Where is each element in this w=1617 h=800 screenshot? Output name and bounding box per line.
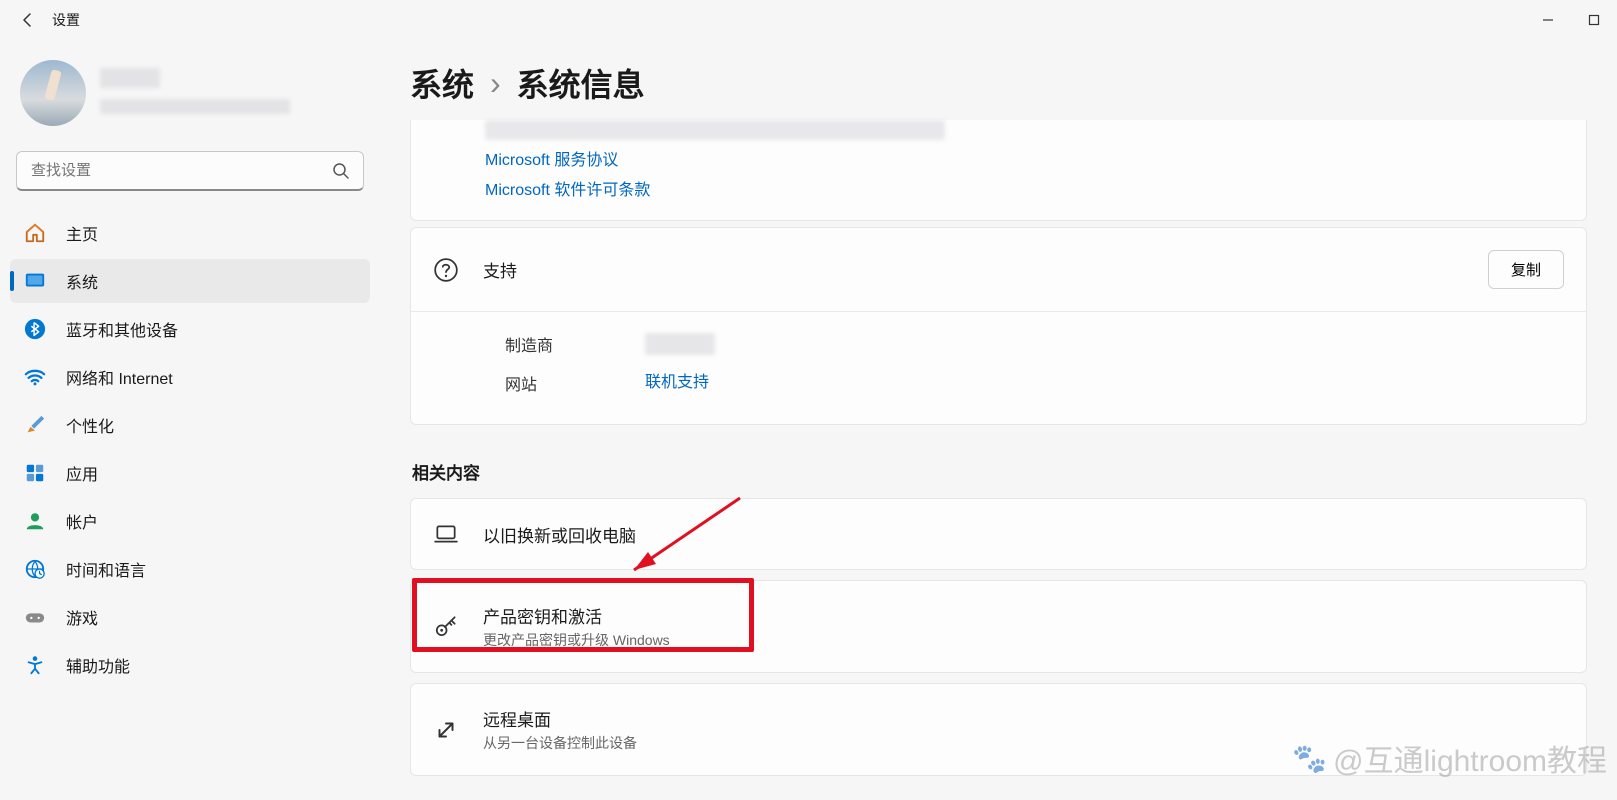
sidebar: 主页 系统 蓝牙和其他设备 网络和 Internet 个性化 应用 [0, 40, 380, 800]
back-button[interactable] [10, 2, 46, 38]
home-icon [24, 222, 46, 244]
sidebar-item-home[interactable]: 主页 [10, 211, 370, 255]
sidebar-item-personalize[interactable]: 个性化 [10, 403, 370, 447]
related-item-title: 远程桌面 [483, 706, 637, 731]
search-box [16, 151, 364, 191]
arrow-left-icon [20, 12, 36, 28]
breadcrumb-parent[interactable]: 系统 [410, 60, 474, 106]
clock-globe-icon [24, 558, 46, 580]
related-heading: 相关内容 [412, 459, 1587, 484]
sidebar-item-account[interactable]: 帐户 [10, 499, 370, 543]
bluetooth-icon [24, 318, 46, 340]
sidebar-item-apps[interactable]: 应用 [10, 451, 370, 495]
related-tradein[interactable]: 以旧换新或回收电脑 [410, 498, 1587, 570]
related-item-subtitle: 从另一台设备控制此设备 [483, 733, 637, 753]
sidebar-item-label: 应用 [66, 461, 98, 485]
sidebar-item-label: 系统 [66, 269, 98, 293]
laptop-icon [433, 521, 459, 547]
copy-button[interactable]: 复制 [1488, 250, 1564, 289]
minimize-icon [1542, 14, 1554, 26]
related-remote-desktop[interactable]: 远程桌面 从另一台设备控制此设备 [410, 683, 1587, 776]
nav-list: 主页 系统 蓝牙和其他设备 网络和 Internet 个性化 应用 [10, 211, 370, 687]
search-icon [332, 162, 350, 180]
ms-license-terms-link[interactable]: Microsoft 软件许可条款 [485, 176, 1564, 206]
system-icon [24, 270, 46, 292]
related-item-title: 产品密钥和激活 [483, 603, 670, 628]
profile-text [100, 68, 360, 119]
apps-icon [24, 462, 46, 484]
related-item-title: 以旧换新或回收电脑 [483, 522, 636, 547]
user-profile[interactable] [10, 40, 370, 151]
sidebar-item-system[interactable]: 系统 [10, 259, 370, 303]
breadcrumb: 系统 › 系统信息 [410, 60, 1587, 106]
online-support-link[interactable]: 联机支持 [645, 368, 709, 398]
window-title: 设置 [52, 10, 80, 30]
key-icon [433, 614, 459, 640]
sidebar-item-label: 主页 [66, 221, 98, 245]
support-title: 支持 [483, 257, 1464, 282]
sidebar-item-bluetooth[interactable]: 蓝牙和其他设备 [10, 307, 370, 351]
titlebar: 设置 [0, 0, 1617, 40]
help-icon [433, 257, 459, 283]
ms-service-agreement-link[interactable]: Microsoft 服务协议 [485, 146, 1564, 176]
remote-icon [433, 717, 459, 743]
support-card: 支持 复制 制造商 网站 联机支持 [410, 227, 1587, 425]
user-name-redacted [100, 68, 160, 88]
feature-pack-redacted [485, 120, 945, 140]
manufacturer-label: 制造商 [505, 332, 645, 356]
windows-spec-card: Microsoft 服务协议 Microsoft 软件许可条款 [410, 120, 1587, 221]
sidebar-item-label: 游戏 [66, 605, 98, 629]
sidebar-item-network[interactable]: 网络和 Internet [10, 355, 370, 399]
accessibility-icon [24, 654, 46, 676]
gamepad-icon [24, 606, 46, 628]
content-area: 系统 › 系统信息 Microsoft 服务协议 Microsoft 软件许可条… [380, 40, 1617, 800]
person-icon [24, 510, 46, 532]
brush-icon [24, 414, 46, 436]
wifi-icon [24, 366, 46, 388]
sidebar-item-label: 帐户 [66, 509, 98, 533]
sidebar-item-label: 蓝牙和其他设备 [66, 317, 178, 341]
maximize-icon [1588, 14, 1600, 26]
sidebar-item-label: 网络和 Internet [66, 365, 173, 389]
maximize-button[interactable] [1571, 0, 1617, 40]
website-label: 网站 [505, 371, 645, 395]
breadcrumb-current: 系统信息 [517, 60, 645, 106]
related-item-subtitle: 更改产品密钥或升级 Windows [483, 630, 670, 650]
search-input[interactable] [16, 151, 364, 191]
sidebar-item-label: 辅助功能 [66, 653, 130, 677]
window-controls [1525, 0, 1617, 40]
sidebar-item-label: 时间和语言 [66, 557, 146, 581]
sidebar-item-gaming[interactable]: 游戏 [10, 595, 370, 639]
minimize-button[interactable] [1525, 0, 1571, 40]
user-email-redacted [100, 99, 290, 114]
manufacturer-value-redacted [645, 333, 715, 355]
avatar [20, 60, 86, 126]
sidebar-item-label: 个性化 [66, 413, 114, 437]
related-activation[interactable]: 产品密钥和激活 更改产品密钥或升级 Windows [410, 580, 1587, 673]
sidebar-item-time[interactable]: 时间和语言 [10, 547, 370, 591]
sidebar-item-accessibility[interactable]: 辅助功能 [10, 643, 370, 687]
breadcrumb-sep: › [490, 65, 501, 102]
